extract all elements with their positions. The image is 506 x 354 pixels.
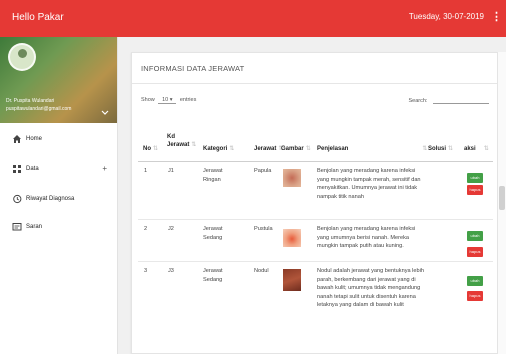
column-header-solusi[interactable]: Solusi ⇅ [428, 145, 460, 153]
cell-kd: J1 [168, 168, 174, 174]
sidebar-item-riwayat-diagnosa[interactable]: Riwayat Diagnosa [0, 189, 117, 213]
home-icon [11, 134, 23, 147]
cell-jerawat: Pustula [254, 226, 273, 232]
sidebar-item-label: Saran [26, 224, 43, 230]
edit-button[interactable]: ubah [467, 173, 483, 183]
column-header-gambar[interactable]: Gambar ⇅ [281, 145, 321, 153]
page-scrollbar-thumb[interactable] [499, 186, 505, 210]
cell-no: 3 [144, 268, 148, 274]
sidebar-item-data[interactable]: Data + [0, 159, 117, 183]
acne-image [283, 229, 301, 247]
data-card: INFORMASI DATA JERAWAT Show 10 ▾ entries… [131, 52, 498, 354]
cell-no: 1 [144, 168, 148, 174]
grid-icon [11, 164, 23, 177]
sidebar-item-label: Riwayat Diagnosa [26, 196, 75, 202]
message-icon [11, 222, 23, 235]
table-header-divider [138, 161, 493, 162]
cell-no: 2 [144, 226, 148, 232]
sidebar-item-label: Data [26, 166, 39, 172]
page-title: INFORMASI DATA JERAWAT [141, 64, 245, 73]
expand-plus-icon[interactable]: + [102, 164, 107, 173]
column-header-kategori[interactable]: Kategori ⇅ [203, 145, 249, 153]
search-input[interactable] [433, 97, 489, 104]
cell-penjelasan: Benjolan yang meradang karena infeksi ya… [317, 226, 416, 250]
history-icon [11, 194, 23, 207]
sidebar-item-home[interactable]: Home [0, 129, 117, 153]
cell-jerawat: Papula [254, 168, 272, 174]
cell-jerawat: Nodul [254, 268, 269, 274]
delete-button[interactable]: hapus [467, 185, 483, 195]
row-divider [138, 261, 493, 262]
top-bar: Hello Pakar Tuesday, 30-07-2019 ⋮ [0, 0, 506, 37]
cell-kategori: Jerawat Ringan [203, 168, 223, 183]
current-date: Tuesday, 30-07-2019 [408, 12, 484, 21]
delete-button[interactable]: hapus [467, 291, 483, 301]
sidebar-item-saran[interactable]: Saran [0, 217, 117, 241]
row-divider [138, 219, 493, 220]
column-header-aksi[interactable]: aksi ⇅ [464, 145, 494, 153]
edit-button[interactable]: ubah [467, 276, 483, 286]
entries-select[interactable]: 10 ▾ [158, 97, 177, 104]
avatar [8, 43, 36, 71]
edit-button[interactable]: ubah [467, 231, 483, 241]
cell-kategori: Jerawat Sedang [203, 226, 223, 241]
entries-label: entries [179, 97, 197, 103]
column-header-penjelasan[interactable]: Penjelasan ⇅ [317, 145, 427, 153]
user-email: puspitawulandari@gmail.com [6, 106, 72, 112]
sidebar-item-label: Home [26, 136, 43, 142]
show-label: Show [141, 97, 155, 103]
chevron-down-icon[interactable] [101, 109, 109, 118]
cell-kategori: Jerawat Sedang [203, 268, 223, 283]
acne-image [283, 169, 301, 187]
delete-button[interactable]: hapus [467, 247, 483, 257]
cell-penjelasan: Nodul adalah jerawat yang bentuknya lebi… [317, 268, 424, 309]
app-title: Hello Pakar [12, 12, 64, 23]
user-name: Dr. Puspita Wulandari [6, 98, 55, 104]
search-control: Search: [408, 97, 489, 104]
user-profile-panel: Dr. Puspita Wulandari puspitawulandari@g… [0, 37, 117, 123]
search-label: Search: [408, 98, 428, 104]
cell-penjelasan: Benjolan yang meradang karena infeksi ya… [317, 168, 421, 200]
column-header-kd-jerawat[interactable]: Kd Jerawat ⇅ [167, 133, 196, 149]
cell-kd: J3 [168, 268, 174, 274]
sidebar: Dr. Puspita Wulandari puspitawulandari@g… [0, 37, 118, 354]
cell-kd: J2 [168, 226, 174, 232]
acne-image [283, 269, 301, 291]
entries-length-control: Show 10 ▾ entries [141, 97, 196, 104]
more-menu-icon[interactable]: ⋮ [491, 10, 502, 23]
divider [132, 83, 497, 84]
